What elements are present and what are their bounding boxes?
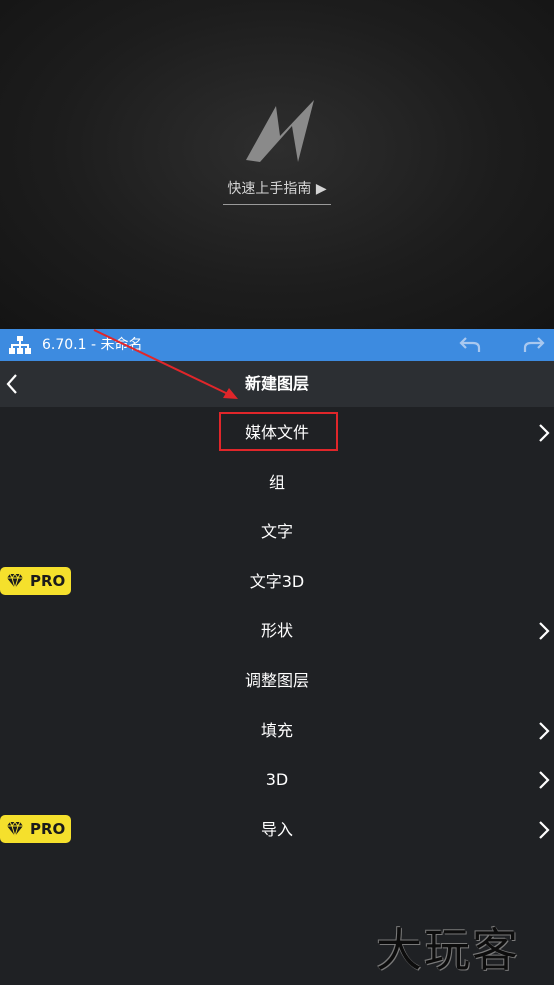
menu-item-adjustment-layer[interactable]: 调整图层 (0, 656, 554, 705)
quick-start-guide-link[interactable]: 快速上手指南 ▶ (223, 178, 331, 205)
menu-item-text[interactable]: 文字 (0, 507, 554, 556)
chevron-right-icon (539, 622, 550, 640)
project-version-title: 6.70.1 - 未命名 (42, 337, 143, 353)
layer-tree-icon[interactable] (9, 336, 31, 354)
menu-item-media-files[interactable]: 媒体文件 (0, 408, 554, 457)
menu-item-fill[interactable]: 填充 (0, 706, 554, 755)
menu-item-label: 组 (268, 473, 285, 492)
menu-item-label: 3D (265, 770, 289, 789)
undo-icon[interactable] (458, 335, 482, 355)
menu-item-import[interactable]: PRO 导入 (0, 805, 554, 854)
menu-item-3d[interactable]: 3D (0, 755, 554, 804)
menu-item-group[interactable]: 组 (0, 458, 554, 507)
chevron-right-icon (539, 722, 550, 740)
chevron-right-icon (539, 821, 550, 839)
watermark-text: 大玩客 (376, 923, 520, 977)
app-logo-icon (246, 100, 314, 162)
chevron-right-icon (539, 771, 550, 789)
menu-item-label: 形状 (260, 621, 293, 640)
panel-header: 新建图层 (0, 361, 554, 407)
panel-title: 新建图层 (244, 374, 309, 393)
redo-icon[interactable] (522, 335, 546, 355)
menu-item-label: 填充 (260, 721, 293, 740)
chevron-right-icon (539, 424, 550, 442)
menu-item-label: 文字3D (249, 572, 305, 591)
project-toolbar: 6.70.1 - 未命名 (0, 329, 554, 361)
menu-item-text-3d[interactable]: PRO 文字3D (0, 557, 554, 606)
menu-item-label: 导入 (260, 820, 293, 839)
video-preview: 快速上手指南 ▶ (0, 0, 554, 329)
menu-item-shape[interactable]: 形状 (0, 606, 554, 655)
menu-item-label: 文字 (260, 522, 293, 541)
menu-item-label: 媒体文件 (244, 423, 309, 442)
menu-item-label: 调整图层 (244, 671, 309, 690)
